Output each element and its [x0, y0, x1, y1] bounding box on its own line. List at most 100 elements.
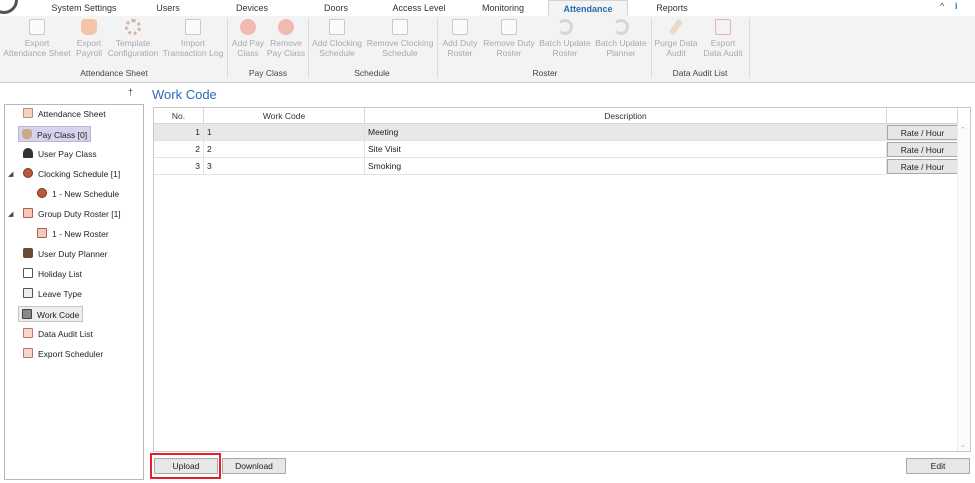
- sidebar-item-data-audit-list[interactable]: Data Audit List: [20, 326, 93, 342]
- sidebar-item-leave-type[interactable]: Leave Type: [20, 286, 82, 302]
- sidebar-item-new-roster[interactable]: 1 - New Roster: [34, 226, 109, 242]
- sidebar-item-export-scheduler[interactable]: Export Scheduler: [20, 346, 103, 362]
- rate-per-hour-button[interactable]: Rate / Hour: [887, 125, 958, 140]
- sidebar-item-label: Export Scheduler: [38, 349, 104, 359]
- add-duty-roster-button[interactable]: Add Duty Roster: [440, 19, 480, 58]
- collapse-ribbon-icon[interactable]: ^: [940, 1, 944, 11]
- cell-work-code[interactable]: 3: [204, 158, 365, 175]
- sidebar-item-label: Work Code: [37, 310, 80, 320]
- template-configuration-button[interactable]: Template Configuration: [106, 19, 160, 58]
- tab-devices[interactable]: Devices: [220, 0, 284, 16]
- table-row[interactable]: 3 3 Smoking Rate / Hour: [154, 158, 958, 175]
- button-label: Schedule: [319, 48, 355, 58]
- sidebar-item-attendance-sheet[interactable]: Attendance Sheet: [20, 106, 106, 122]
- button-label: Batch Update: [539, 38, 591, 48]
- sync-icon: [557, 19, 573, 35]
- add-pay-class-button[interactable]: Add Pay Class: [230, 19, 266, 58]
- table-row[interactable]: 2 2 Site Visit Rate / Hour: [154, 141, 958, 158]
- scroll-down-icon[interactable]: ⌄: [960, 441, 966, 449]
- export-attendance-sheet-button[interactable]: Export Attendance Sheet: [2, 19, 72, 58]
- sidebar-item-group-duty-roster[interactable]: Group Duty Roster [1]: [20, 206, 121, 222]
- sidebar-item-label: Group Duty Roster [1]: [38, 209, 121, 219]
- button-label: Roster: [496, 48, 522, 58]
- group-separator: [749, 18, 750, 78]
- cell-work-code[interactable]: 2: [204, 141, 365, 158]
- roster-icon: [23, 208, 33, 218]
- sidebar-item-new-schedule[interactable]: 1 - New Schedule: [34, 186, 119, 202]
- sidebar-item-label: 1 - New Roster: [52, 229, 109, 239]
- sidebar-item-label: User Duty Planner: [38, 249, 108, 259]
- remove-roster-icon: [501, 19, 517, 35]
- sidebar-item-user-duty-planner[interactable]: User Duty Planner: [20, 246, 107, 262]
- group-separator: [437, 18, 438, 78]
- button-label: Audit: [666, 48, 686, 58]
- batch-update-planner-button[interactable]: Batch Update Planner: [593, 19, 649, 58]
- audit-icon: [23, 328, 33, 338]
- sidebar-item-label: Leave Type: [38, 289, 82, 299]
- sidebar-item-user-pay-class[interactable]: User Pay Class: [20, 146, 97, 162]
- button-label: Pay Class: [266, 48, 306, 58]
- purge-data-audit-button[interactable]: Purge Data Audit: [653, 18, 699, 58]
- sidebar-item-label: 1 - New Schedule: [52, 189, 120, 199]
- sidebar-item-label: Attendance Sheet: [38, 109, 106, 119]
- work-code-table: No. Work Code Description 1 1 Meeting Ra…: [153, 107, 971, 452]
- button-label: Export: [710, 38, 736, 48]
- cell-description[interactable]: Meeting: [365, 124, 887, 141]
- group-label-schedule: Schedule: [354, 68, 390, 78]
- sidebar-item-work-code[interactable]: Work Code: [18, 306, 84, 322]
- cell-description[interactable]: Smoking: [365, 158, 887, 175]
- page-title: Work Code: [152, 87, 217, 102]
- button-label: Planner: [606, 48, 636, 58]
- edit-button[interactable]: Edit: [906, 458, 970, 474]
- collapse-arrow-icon[interactable]: ◢: [8, 170, 13, 178]
- tab-attendance[interactable]: Attendance: [548, 0, 628, 16]
- scroll-up-icon[interactable]: ⌃: [960, 126, 966, 134]
- tab-users[interactable]: Users: [136, 0, 200, 16]
- sidebar-item-label: Holiday List: [38, 269, 82, 279]
- rate-per-hour-button[interactable]: Rate / Hour: [887, 159, 958, 174]
- gear-icon: [125, 19, 141, 35]
- table-row[interactable]: 1 1 Meeting Rate / Hour: [154, 124, 958, 141]
- sidebar-item-pay-class[interactable]: Pay Class [0]: [18, 126, 92, 142]
- pin-icon[interactable]: †: [128, 87, 133, 97]
- money-bag-icon: [81, 19, 97, 35]
- sidebar-item-clocking-schedule[interactable]: Clocking Schedule [1]: [20, 166, 120, 182]
- group-separator: [308, 18, 309, 78]
- export-payroll-button[interactable]: Export Payroll: [72, 19, 106, 58]
- add-icon: [240, 19, 256, 35]
- column-header-action: [887, 108, 958, 124]
- sheet-icon: [23, 108, 33, 118]
- sidebar-item-holiday-list[interactable]: Holiday List: [20, 266, 82, 282]
- rate-per-hour-button[interactable]: Rate / Hour: [887, 142, 958, 157]
- button-label: Remove: [270, 38, 302, 48]
- remove-clocking-schedule-button[interactable]: Remove Clocking Schedule: [366, 19, 434, 58]
- group-label-pay-class: Pay Class: [248, 68, 288, 78]
- import-transaction-log-button[interactable]: Import Transaction Log: [162, 19, 224, 58]
- button-label: Purge Data: [654, 38, 698, 48]
- button-label: Import: [180, 38, 206, 48]
- button-label: Add Pay: [231, 38, 265, 48]
- column-header-description[interactable]: Description: [365, 108, 887, 124]
- remove-pay-class-button[interactable]: Remove Pay Class: [266, 19, 306, 58]
- sheet-icon: [29, 19, 45, 35]
- column-header-work-code[interactable]: Work Code: [204, 108, 365, 124]
- button-label: Roster: [552, 48, 578, 58]
- tab-system-settings[interactable]: System Settings: [40, 0, 128, 16]
- export-icon: [715, 19, 731, 35]
- batch-update-roster-button[interactable]: Batch Update Roster: [537, 19, 593, 58]
- tab-doors[interactable]: Doors: [304, 0, 368, 16]
- button-label: Add Duty: [442, 38, 478, 48]
- export-data-audit-button[interactable]: Export Data Audit: [700, 19, 746, 58]
- vertical-scrollbar[interactable]: ⌃ ⌄: [957, 124, 970, 451]
- cell-description[interactable]: Site Visit: [365, 141, 887, 158]
- tab-monitoring[interactable]: Monitoring: [470, 0, 536, 16]
- remove-duty-roster-button[interactable]: Remove Duty Roster: [482, 19, 536, 58]
- download-button[interactable]: Download: [222, 458, 286, 474]
- add-clocking-schedule-button[interactable]: Add Clocking Schedule: [310, 19, 364, 58]
- tab-access-level[interactable]: Access Level: [382, 0, 456, 16]
- collapse-arrow-icon[interactable]: ◢: [8, 210, 13, 218]
- column-header-no[interactable]: No.: [154, 108, 204, 124]
- office-icon[interactable]: i: [955, 1, 958, 11]
- tab-reports[interactable]: Reports: [640, 0, 704, 16]
- cell-work-code[interactable]: 1: [204, 124, 365, 141]
